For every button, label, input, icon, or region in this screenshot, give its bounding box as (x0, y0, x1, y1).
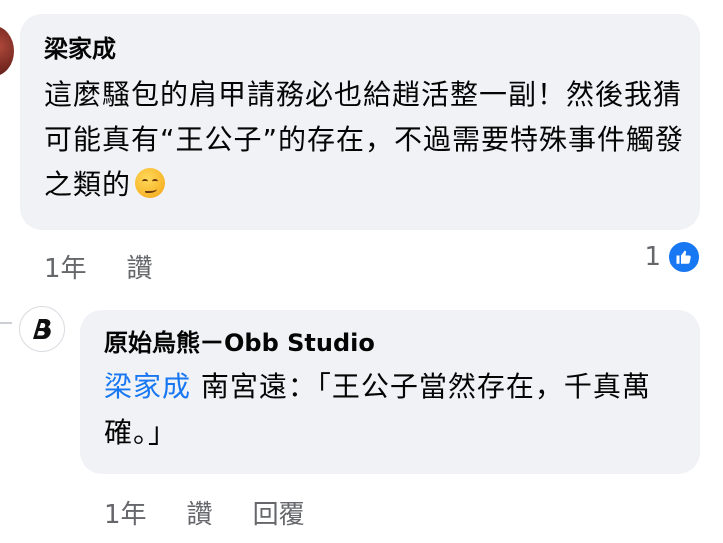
thread-connector (0, 322, 12, 324)
reply-actions: 1年 讚 回覆 (104, 494, 305, 531)
comment-author[interactable]: 梁家成 (44, 34, 680, 64)
commenter-avatar[interactable] (0, 26, 14, 76)
reaction-count: 1 (644, 242, 661, 272)
like-icon (667, 240, 701, 274)
mention-link[interactable]: 梁家成 (104, 370, 191, 403)
reaction-summary[interactable]: 1 (644, 240, 701, 274)
comment-bubble: 梁家成 這麼騷包的肩甲請務必也給趙活整一副！然後我猜可能真有“王公子”的存在，不… (20, 14, 700, 230)
page-avatar[interactable] (19, 306, 65, 352)
comment-text: 這麼騷包的肩甲請務必也給趙活整一副！然後我猜可能真有“王公子”的存在，不過需要特… (44, 72, 684, 207)
reply-like-button[interactable]: 讚 (187, 494, 213, 531)
reply-timestamp[interactable]: 1年 (104, 494, 147, 531)
like-button[interactable]: 讚 (127, 248, 153, 285)
comment-timestamp[interactable]: 1年 (44, 248, 87, 285)
reply-text: 梁家成 南宮遠：「王公子當然存在，千真萬確。」 (104, 364, 684, 456)
comment-actions: 1年 讚 (44, 248, 153, 285)
reply-bubble: 原始烏熊ㄧObb Studio 梁家成 南宮遠：「王公子當然存在，千真萬確。」 (80, 310, 700, 474)
obb-logo-icon (33, 319, 51, 339)
reply-button[interactable]: 回覆 (253, 494, 305, 531)
smirking-face-emoji-icon (135, 168, 166, 198)
reply-author[interactable]: 原始烏熊ㄧObb Studio (104, 328, 680, 358)
